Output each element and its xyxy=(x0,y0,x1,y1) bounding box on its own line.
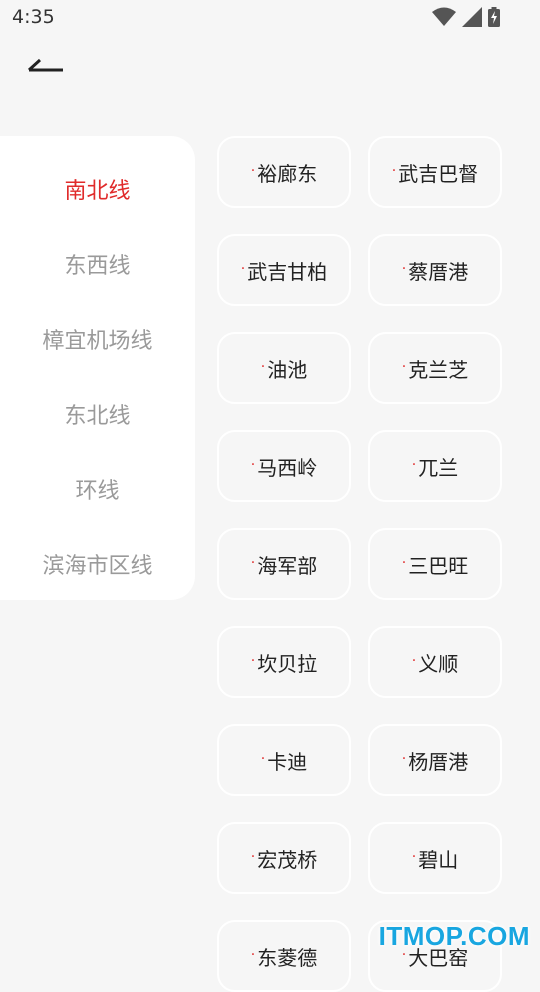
station-dot: · xyxy=(260,751,266,767)
sidebar-item-line-3[interactable]: 樟宜机场线 xyxy=(0,301,195,376)
status-time: 4:35 xyxy=(12,6,55,28)
station-dot: · xyxy=(401,359,407,375)
cell-signal-icon xyxy=(462,7,482,27)
station-label: 东菱德 xyxy=(257,945,318,970)
station-button[interactable]: · 马西岭 xyxy=(217,430,351,502)
status-icons xyxy=(432,7,500,27)
battery-charging-icon xyxy=(488,7,500,27)
station-button[interactable]: · 克兰芝 xyxy=(368,332,502,404)
station-label: 马西岭 xyxy=(257,455,318,480)
line-sidebar: 南北线 东西线 樟宜机场线 东北线 环线 滨海市区线 xyxy=(0,136,195,600)
station-dot: · xyxy=(411,653,417,669)
station-button[interactable]: · 碧山 xyxy=(368,822,502,894)
back-arrow-icon xyxy=(27,58,63,72)
station-label: 兀兰 xyxy=(418,455,459,480)
station-button[interactable]: · 卡迪 xyxy=(217,724,351,796)
station-label: 碧山 xyxy=(418,847,459,872)
station-label: 三巴旺 xyxy=(408,553,469,578)
station-button[interactable]: · 杨厝港 xyxy=(368,724,502,796)
station-button[interactable]: · 油池 xyxy=(217,332,351,404)
sidebar-item-label: 南北线 xyxy=(64,178,131,204)
station-label: 裕廊东 xyxy=(257,161,318,186)
station-label: 杨厝港 xyxy=(408,749,469,774)
station-label: 卡迪 xyxy=(267,749,308,774)
station-button[interactable]: · 兀兰 xyxy=(368,430,502,502)
station-button[interactable]: · 坎贝拉 xyxy=(217,626,351,698)
station-button[interactable]: · 东菱德 xyxy=(217,920,351,992)
sidebar-item-label: 樟宜机场线 xyxy=(42,328,153,354)
sidebar-item-label: 滨海市区线 xyxy=(42,553,153,579)
station-label: 蔡厝港 xyxy=(408,259,469,284)
station-label: 武吉甘柏 xyxy=(247,259,328,284)
station-button[interactable]: · 蔡厝港 xyxy=(368,234,502,306)
station-label: 油池 xyxy=(267,357,308,382)
station-button[interactable]: · 裕廊东 xyxy=(217,136,351,208)
watermark: ITMOP.COM xyxy=(378,921,530,951)
station-label: 海军部 xyxy=(257,553,318,578)
station-dot: · xyxy=(260,359,266,375)
sidebar-item-line-1[interactable]: 南北线 xyxy=(0,151,195,226)
station-button[interactable]: · 三巴旺 xyxy=(368,528,502,600)
station-dot: · xyxy=(250,555,256,571)
sidebar-item-line-4[interactable]: 东北线 xyxy=(0,376,195,451)
station-button[interactable]: · 宏茂桥 xyxy=(217,822,351,894)
station-label: 克兰芝 xyxy=(408,357,469,382)
station-dot: · xyxy=(411,849,417,865)
sidebar-item-line-5[interactable]: 环线 xyxy=(0,451,195,526)
station-dot: · xyxy=(240,261,246,277)
back-button[interactable] xyxy=(26,52,70,84)
station-dot: · xyxy=(250,653,256,669)
status-bar: 4:35 xyxy=(0,0,540,36)
station-label: 坎贝拉 xyxy=(257,651,318,676)
station-dot: · xyxy=(401,261,407,277)
station-dot: · xyxy=(391,163,397,179)
wifi-icon xyxy=(432,7,456,26)
station-dot: · xyxy=(401,555,407,571)
station-label: 武吉巴督 xyxy=(398,161,479,186)
station-label: 宏茂桥 xyxy=(257,847,318,872)
station-button[interactable]: · 义顺 xyxy=(368,626,502,698)
station-button[interactable]: · 海军部 xyxy=(217,528,351,600)
sidebar-item-line-2[interactable]: 东西线 xyxy=(0,226,195,301)
station-button[interactable]: · 武吉巴督 xyxy=(368,136,502,208)
station-dot: · xyxy=(250,849,256,865)
station-label: 义顺 xyxy=(418,651,459,676)
station-dot: · xyxy=(250,457,256,473)
sidebar-item-label: 东西线 xyxy=(64,253,131,279)
station-dot: · xyxy=(250,947,256,963)
station-dot: · xyxy=(401,751,407,767)
station-button[interactable]: · 武吉甘柏 xyxy=(217,234,351,306)
sidebar-item-label: 环线 xyxy=(75,478,120,504)
sidebar-item-line-6[interactable]: 滨海市区线 xyxy=(0,526,195,601)
sidebar-item-label: 东北线 xyxy=(64,403,131,429)
station-dot: · xyxy=(250,163,256,179)
station-dot: · xyxy=(411,457,417,473)
